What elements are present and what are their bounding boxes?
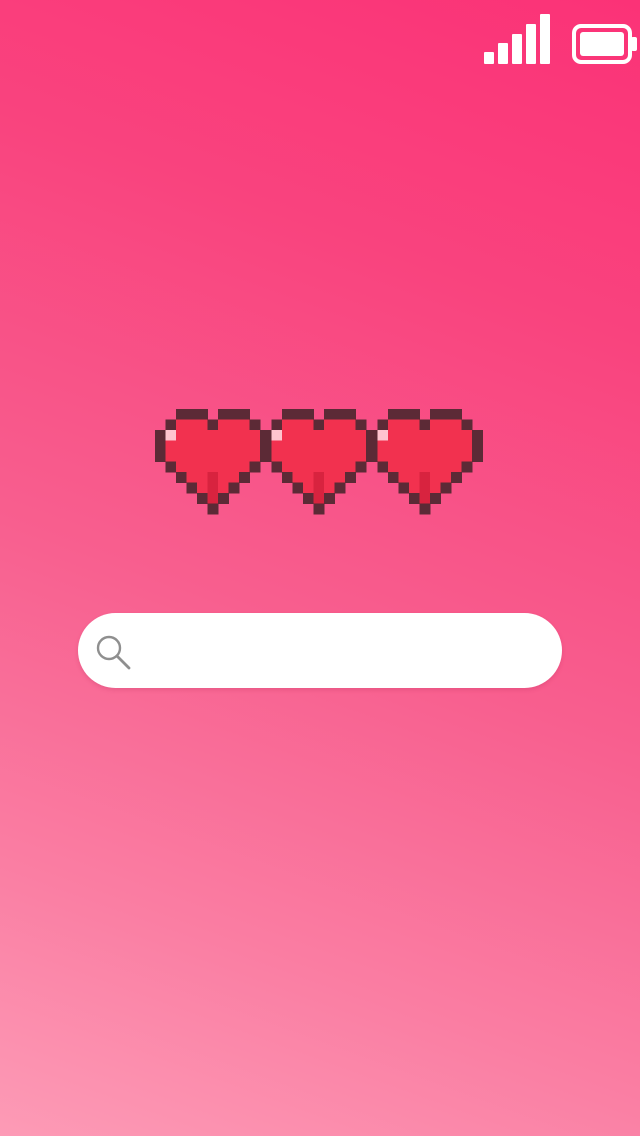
search-input[interactable] — [146, 628, 540, 674]
hearts-graphic — [155, 409, 483, 515]
status-bar — [0, 0, 640, 80]
battery-level-fill — [580, 32, 624, 56]
hearts-row — [155, 405, 489, 527]
battery-icon — [572, 24, 637, 64]
heart-icon — [261, 409, 377, 515]
app-screen — [0, 0, 640, 1136]
signal-strength-icon — [484, 14, 550, 64]
heart-icon — [155, 409, 271, 515]
heart-icon — [367, 409, 483, 515]
search-icon — [96, 635, 131, 670]
